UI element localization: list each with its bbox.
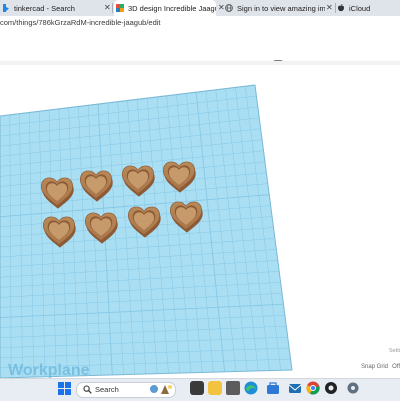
app-icon[interactable] — [324, 381, 338, 395]
workplane-watermark: Workplane — [8, 362, 90, 378]
workplane-canvas[interactable]: Workplane — [0, 65, 400, 378]
close-tab-icon[interactable]: ✕ — [326, 2, 333, 14]
url-text: com/things/786kGrzaRdM-incredible-jaagub… — [0, 18, 161, 27]
tab-icloud[interactable]: iCloud — [337, 0, 397, 16]
address-bar[interactable]: com/things/786kGrzaRdM-incredible-jaagub… — [0, 16, 400, 31]
task-view-icon[interactable] — [190, 381, 204, 395]
tab-label: Sign in to view amazing images — [237, 3, 325, 13]
chrome-icon[interactable] — [306, 381, 320, 395]
tab-search[interactable]: tinkercad - Search — [2, 0, 102, 16]
widgets-icon[interactable] — [226, 381, 240, 395]
tab-label: 3D design Incredible Jaagub | Tin — [128, 3, 216, 13]
settings-app-icon[interactable] — [346, 381, 360, 395]
settings-label[interactable]: Setti — [389, 348, 400, 354]
tab-divider — [335, 3, 336, 13]
close-tab-icon[interactable]: ✕ — [218, 2, 225, 14]
close-tab-icon[interactable]: ✕ — [104, 2, 111, 14]
store-icon[interactable] — [266, 381, 280, 395]
search-highlight-icon — [150, 385, 172, 394]
snap-grid-label: Snap Grid — [360, 364, 388, 370]
tab-label: iCloud — [349, 3, 371, 13]
globe-icon — [225, 4, 233, 12]
tab-tinkercad[interactable]: 3D design Incredible Jaagub | Tin — [114, 0, 216, 16]
tab-divider — [112, 3, 113, 13]
tab-images[interactable]: Sign in to view amazing images — [225, 0, 325, 16]
snap-grid-value[interactable]: Off — [392, 364, 400, 370]
windows-start-icon[interactable] — [58, 382, 71, 395]
edge-icon[interactable] — [244, 381, 258, 395]
bing-icon — [3, 4, 9, 12]
apple-icon — [338, 4, 344, 12]
tinkercad-icon — [116, 4, 124, 12]
file-explorer-icon[interactable] — [208, 381, 222, 395]
mail-icon[interactable] — [288, 381, 302, 395]
workplane-viewport[interactable]: Workplane — [0, 65, 400, 378]
taskbar-search-label: Search — [95, 385, 119, 394]
tab-label: tinkercad - Search — [14, 3, 75, 13]
browser-tab-bar: tinkercad - Search ✕ 3D design Incredibl… — [0, 0, 400, 16]
editor-toolbar — [0, 30, 400, 72]
search-icon — [83, 385, 92, 394]
